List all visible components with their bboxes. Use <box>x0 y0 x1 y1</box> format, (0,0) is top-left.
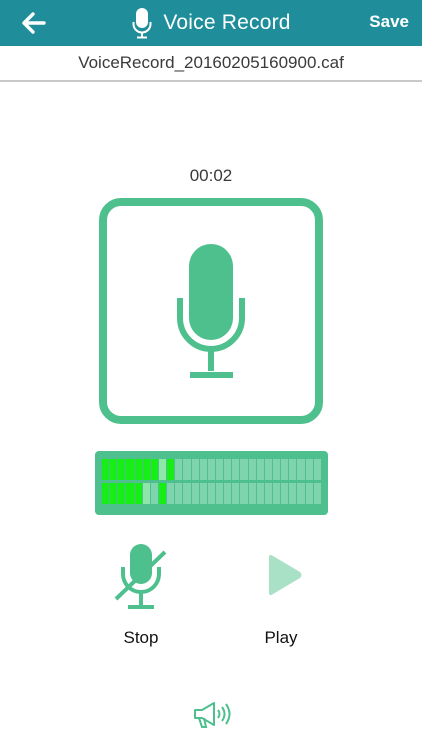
level-meter-segment <box>256 483 264 504</box>
level-meter-segment <box>305 483 313 504</box>
speaker-megaphone-icon <box>194 702 231 728</box>
page-title: Voice Record <box>163 11 291 34</box>
level-meter-segment <box>167 459 175 480</box>
level-meter-segment <box>224 459 232 480</box>
level-meter-segment <box>272 483 281 504</box>
play-button[interactable] <box>265 550 305 600</box>
level-meter-segment <box>134 483 142 504</box>
level-meter-segment <box>191 483 199 504</box>
save-button[interactable]: Save <box>369 12 409 32</box>
level-meter-segment <box>240 483 248 504</box>
level-meter-segment <box>305 459 313 480</box>
level-meter-segment <box>167 483 175 504</box>
level-meter-segment <box>150 483 158 504</box>
level-meter-segment <box>175 459 183 480</box>
level-meter-segment <box>215 459 224 480</box>
level-meter-segment <box>183 459 191 480</box>
microphone-icon <box>132 8 152 39</box>
level-meter-segment <box>110 483 118 504</box>
level-meter-segment <box>264 459 272 480</box>
level-meter-segment <box>297 459 305 480</box>
speaker-button[interactable] <box>192 700 234 730</box>
level-meter-segment <box>289 483 297 504</box>
level-meter-segment <box>207 483 215 504</box>
level-meter-channel-2 <box>102 483 321 504</box>
stop-label: Stop <box>123 628 159 647</box>
level-meter-segment <box>142 483 150 504</box>
level-meter-segment <box>158 483 167 504</box>
large-microphone-icon <box>177 244 245 378</box>
level-meter-segment <box>248 483 256 504</box>
level-meter-segment <box>297 483 305 504</box>
level-meter-segment <box>150 459 158 480</box>
level-meter-segment <box>240 459 248 480</box>
header-title-group: Voice Record <box>0 0 422 46</box>
level-meter-segment <box>118 459 126 480</box>
level-meter-segment <box>224 483 232 504</box>
level-meter-segment <box>232 483 240 504</box>
level-meter-segment <box>289 459 297 480</box>
level-meter-segment <box>158 459 167 480</box>
level-meter-segment <box>272 459 281 480</box>
level-meter-segment <box>126 483 134 504</box>
level-meter-segment <box>264 483 272 504</box>
level-meter-segment <box>118 483 126 504</box>
level-meter-segment <box>313 483 321 504</box>
level-meter <box>95 451 328 515</box>
stop-button[interactable] <box>113 543 169 611</box>
level-meter-segment <box>256 459 264 480</box>
play-label: Play <box>264 628 298 647</box>
level-meter-segment <box>199 483 207 504</box>
level-meter-segment <box>110 459 118 480</box>
level-meter-segment <box>313 459 321 480</box>
record-mic-panel[interactable] <box>99 198 323 424</box>
level-meter-segment <box>126 459 134 480</box>
level-meter-segment <box>199 459 207 480</box>
level-meter-segment <box>215 483 224 504</box>
level-meter-segment <box>102 459 110 480</box>
level-meter-segment <box>207 459 215 480</box>
app-header: Voice Record Save <box>0 0 422 46</box>
microphone-off-icon <box>114 544 167 609</box>
level-meter-segment <box>142 459 150 480</box>
level-meter-segment <box>191 459 199 480</box>
level-meter-channel-1 <box>102 459 321 480</box>
play-icon <box>269 554 302 596</box>
level-meter-segment <box>175 483 183 504</box>
level-meter-segment <box>281 459 289 480</box>
elapsed-time: 00:02 <box>189 166 233 185</box>
file-name: VoiceRecord_20160205160900.caf <box>0 46 422 82</box>
level-meter-segment <box>281 483 289 504</box>
level-meter-segment <box>232 459 240 480</box>
level-meter-segment <box>134 459 142 480</box>
level-meter-segment <box>102 483 110 504</box>
level-meter-segment <box>183 483 191 504</box>
level-meter-segment <box>248 459 256 480</box>
